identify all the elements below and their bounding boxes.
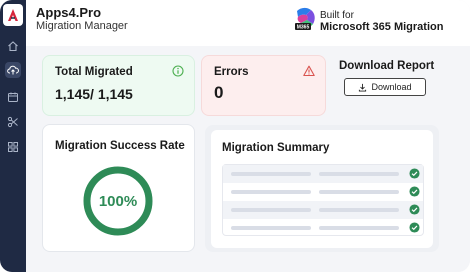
brand-title: Apps4.Pro xyxy=(36,5,102,20)
summary-row-placeholder xyxy=(231,190,311,194)
check-circle-icon xyxy=(409,186,420,197)
errors-label: Errors xyxy=(214,66,249,78)
total-migrated-card: Total Migrated 1,145/ 1,145 xyxy=(42,55,195,116)
check-circle-icon xyxy=(409,204,420,215)
summary-row-placeholder xyxy=(231,172,311,176)
download-icon xyxy=(359,83,367,92)
built-for-product: Microsoft 365 Migration xyxy=(320,21,444,33)
errors-value: 0 xyxy=(214,83,224,102)
sidebar xyxy=(0,0,26,272)
migration-summary-label: Migration Summary xyxy=(222,142,330,154)
errors-card: Errors 0 xyxy=(201,55,326,116)
summary-row-placeholder xyxy=(319,190,399,194)
download-button-label: Download xyxy=(371,82,412,92)
summary-row-placeholder xyxy=(231,226,311,230)
header: Apps4.Pro Migration Manager M365 Built f… xyxy=(26,0,470,46)
download-button[interactable]: Download xyxy=(344,78,426,96)
success-rate-card: Migration Success Rate 100% xyxy=(42,124,195,252)
success-rate-label: Migration Success Rate xyxy=(55,140,185,152)
microsoft-365-logo-icon: M365 xyxy=(295,7,315,31)
summary-row-placeholder xyxy=(319,208,399,212)
download-report-title: Download Report xyxy=(339,60,435,72)
ms-logo-badge: M365 xyxy=(297,25,310,31)
warning-icon[interactable] xyxy=(303,65,315,77)
scissors-icon[interactable] xyxy=(5,114,21,130)
summary-row xyxy=(223,183,423,201)
summary-row-placeholder xyxy=(319,226,399,230)
total-migrated-value: 1,145/ 1,145 xyxy=(55,86,133,102)
check-circle-icon xyxy=(409,168,420,179)
migration-summary-table xyxy=(222,164,424,236)
check-circle-icon xyxy=(409,222,420,233)
summary-row xyxy=(223,201,423,219)
app-logo[interactable] xyxy=(3,4,23,26)
summary-row-placeholder xyxy=(319,172,399,176)
app-window: Apps4.Pro Migration Manager M365 Built f… xyxy=(0,0,470,272)
home-icon[interactable] xyxy=(5,38,21,54)
cloud-upload-icon[interactable] xyxy=(5,62,21,78)
summary-row xyxy=(223,165,423,183)
calendar-icon[interactable] xyxy=(5,89,21,105)
summary-row-placeholder xyxy=(231,208,311,212)
brand-subtitle: Migration Manager xyxy=(36,20,128,32)
info-icon[interactable] xyxy=(172,65,184,77)
total-migrated-label: Total Migrated xyxy=(55,66,133,78)
success-rate-value: 100% xyxy=(98,192,138,210)
built-for-label: Built for xyxy=(320,10,354,21)
grid-icon[interactable] xyxy=(5,139,21,155)
dashboard-content: Total Migrated 1,145/ 1,145 Errors 0 Dow… xyxy=(26,46,470,272)
summary-row xyxy=(223,219,423,237)
